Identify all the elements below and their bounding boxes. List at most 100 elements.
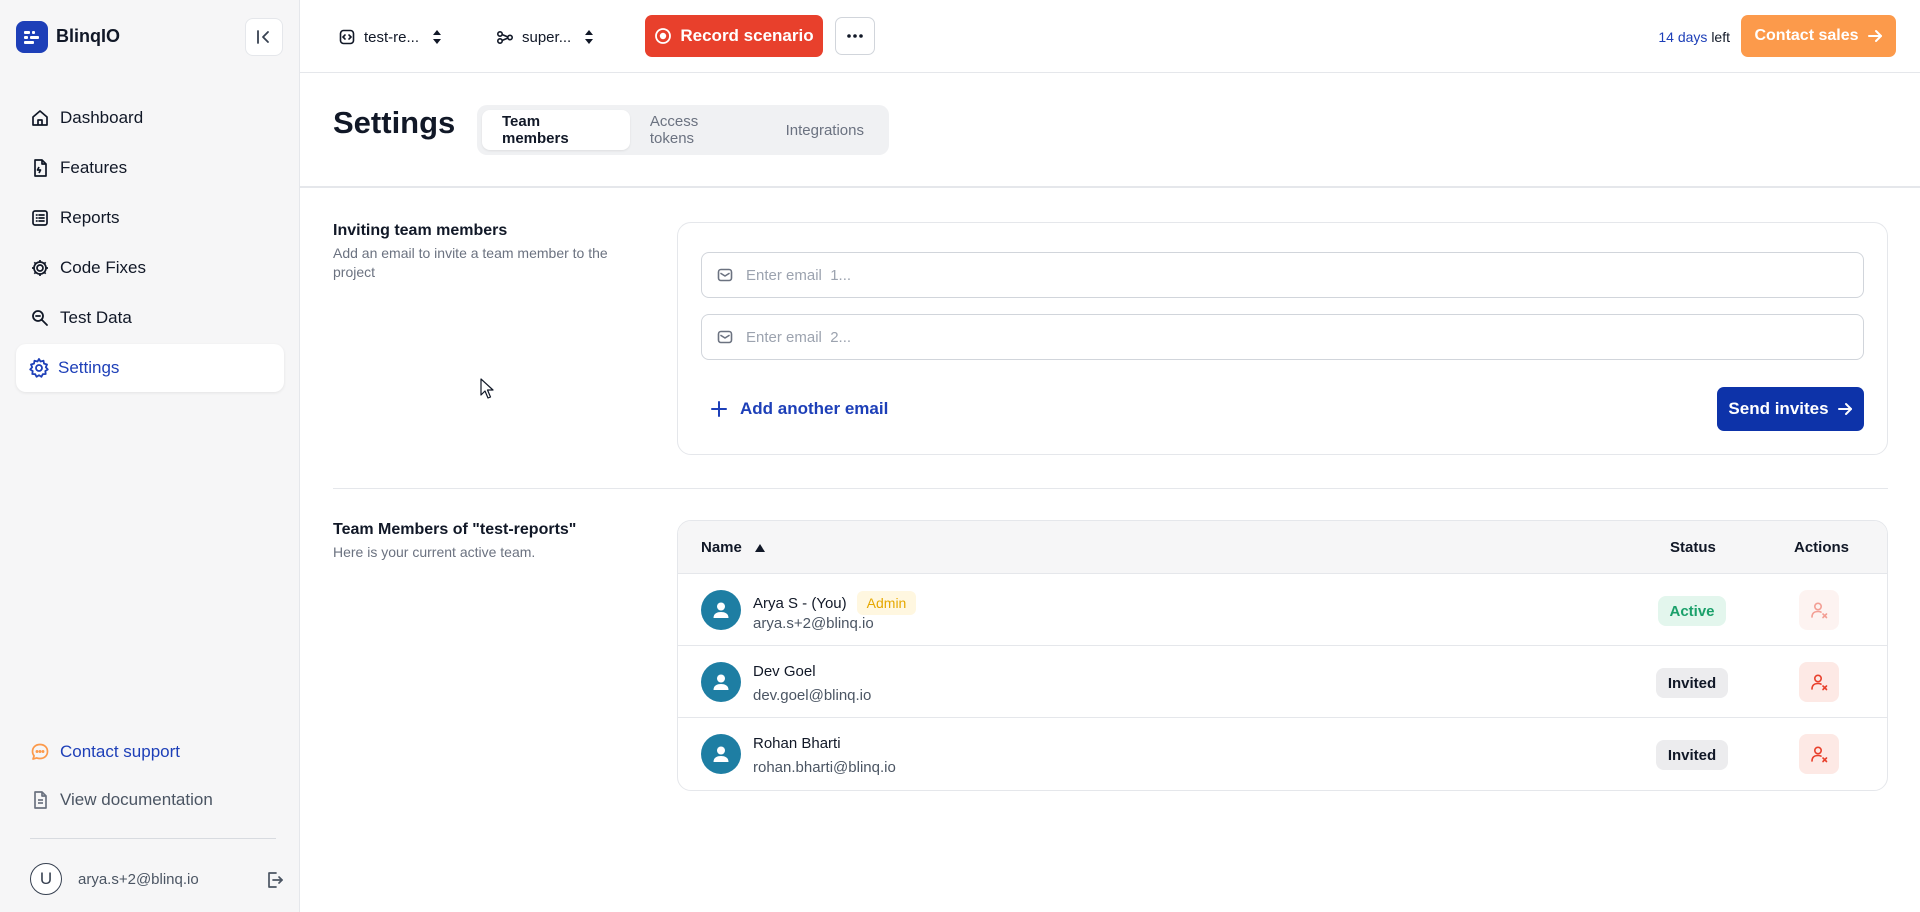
table-row: Rohan Bharti rohan.bharti@blinq.io Invit… [678,718,1887,790]
trial-indicator: 14 days left [1658,29,1730,45]
contact-sales-label: Contact sales [1754,27,1859,44]
chevron-up-down-icon [585,30,594,44]
environment-selector-value: super... [522,28,572,46]
member-name: Arya S - (You) Admin [753,591,917,615]
view-documentation-label: View documentation [60,790,213,809]
avatar [701,590,741,630]
status-badge: Invited [1656,740,1728,770]
table-row: Dev Goel dev.goel@blinq.io Invited [678,646,1887,718]
avatar[interactable]: U [30,863,62,895]
sidebar-nav: Dashboard Features Reports Code Fixes Te… [16,94,284,394]
arrow-right-icon [1867,30,1882,42]
collapse-left-icon [257,30,269,44]
members-section-title: Team Members of "test-reports" [333,521,577,538]
user-profile-row: U arya.s+2@blinq.io [30,862,286,896]
invite-card: Add another email Send invites [677,222,1888,455]
sidebar: BlinqIO Dashboard Features Reports Code … [0,0,300,912]
feature-file-icon [34,159,47,177]
chat-bubble-icon [31,743,49,760]
collapse-sidebar-button[interactable] [245,18,283,56]
admin-badge: Admin [856,591,917,615]
view-documentation-link[interactable]: View documentation [16,776,276,824]
status-badge: Active [1658,596,1726,626]
chevron-up-down-icon [433,30,442,44]
sidebar-item-label: Settings [58,358,120,377]
environment-selector[interactable]: super... [496,22,603,52]
member-name: Rohan Bharti [753,735,841,752]
list-icon [32,210,48,226]
more-horizontal-icon [847,34,863,38]
mail-icon [717,330,733,344]
email-field-2[interactable] [701,314,1864,360]
remove-member-button[interactable] [1799,590,1839,630]
sidebar-item-label: Test Data [60,308,132,327]
team-members-table: Name Status Actions Arya S - (You) Admin… [677,520,1888,791]
plus-icon [711,401,727,417]
sidebar-item-label: Features [60,158,128,177]
tab-integrations[interactable]: Integrations [766,110,884,150]
send-invites-button[interactable]: Send invites [1717,387,1864,431]
tab-access-tokens[interactable]: Access tokens [630,110,766,150]
record-icon [655,28,672,44]
table-row: Arya S - (You) Admin arya.s+2@blinq.io A… [678,574,1887,646]
member-email: arya.s+2@blinq.io [753,615,874,632]
sidebar-item-reports[interactable]: Reports [16,194,284,242]
blinqio-logo-icon [16,20,48,53]
document-icon [34,791,47,809]
actions-column-header: Actions [1794,539,1850,556]
user-icon [713,674,729,690]
sidebar-item-settings[interactable]: Settings [16,344,284,392]
sort-ascending-icon [754,543,765,552]
record-scenario-label: Record scenario [680,26,814,45]
status-badge: Invited [1656,668,1728,698]
app-name: BlinqIO [56,26,120,46]
table-header: Name Status Actions [678,521,1887,574]
contact-sales-button[interactable]: Contact sales [1741,15,1896,57]
status-column-header: Status [1670,539,1716,556]
project-selector[interactable]: test-re... [338,22,451,52]
user-email: arya.s+2@blinq.io [78,870,199,888]
member-email: dev.goel@blinq.io [753,687,872,704]
contact-support-link[interactable]: Contact support [16,728,276,776]
add-another-email-label: Add another email [740,399,889,418]
email-input-1[interactable] [746,266,1849,284]
remove-member-button[interactable] [1799,662,1839,702]
name-column-label: Name [701,539,742,556]
sidebar-bottom-links: Contact support View documentation [16,728,276,824]
tab-team-members[interactable]: Team members [482,110,630,150]
avatar [701,662,741,702]
add-another-email-button[interactable]: Add another email [710,395,888,423]
arrow-right-icon [1837,403,1852,415]
logo-row: BlinqIO [0,0,299,73]
avatar [701,734,741,774]
sidebar-item-label: Dashboard [60,108,144,127]
member-name-text: Arya S - (You) [753,594,847,612]
network-icon [496,30,514,45]
sidebar-item-label: Code Fixes [60,258,146,277]
sidebar-item-code-fixes[interactable]: Code Fixes [16,244,284,292]
email-field-1[interactable] [701,252,1864,298]
project-selector-value: test-re... [364,28,420,46]
member-email: rohan.bharti@blinq.io [753,759,896,776]
gear-code-icon [32,260,48,276]
send-invites-label: Send invites [1728,399,1829,418]
record-scenario-button[interactable]: Record scenario [645,15,823,57]
trial-days: 14 days [1658,29,1708,45]
sidebar-item-test-data[interactable]: Test Data [16,294,284,342]
user-icon [713,746,729,762]
section-divider [333,488,1888,489]
more-options-button[interactable] [835,17,875,55]
member-name-text: Dev Goel [753,663,816,680]
logout-icon[interactable] [264,869,286,891]
search-data-icon [32,310,48,326]
mail-icon [717,268,733,282]
name-column-header[interactable]: Name [701,539,766,556]
page-header: Settings Team members Access tokens Inte… [300,73,1920,188]
sidebar-item-dashboard[interactable]: Dashboard [16,94,284,142]
trial-suffix: left [1711,29,1730,45]
email-input-2[interactable] [746,328,1849,346]
page-title: Settings [333,105,456,140]
gear-icon [29,358,49,378]
remove-member-button[interactable] [1799,734,1839,774]
sidebar-item-features[interactable]: Features [16,144,284,192]
